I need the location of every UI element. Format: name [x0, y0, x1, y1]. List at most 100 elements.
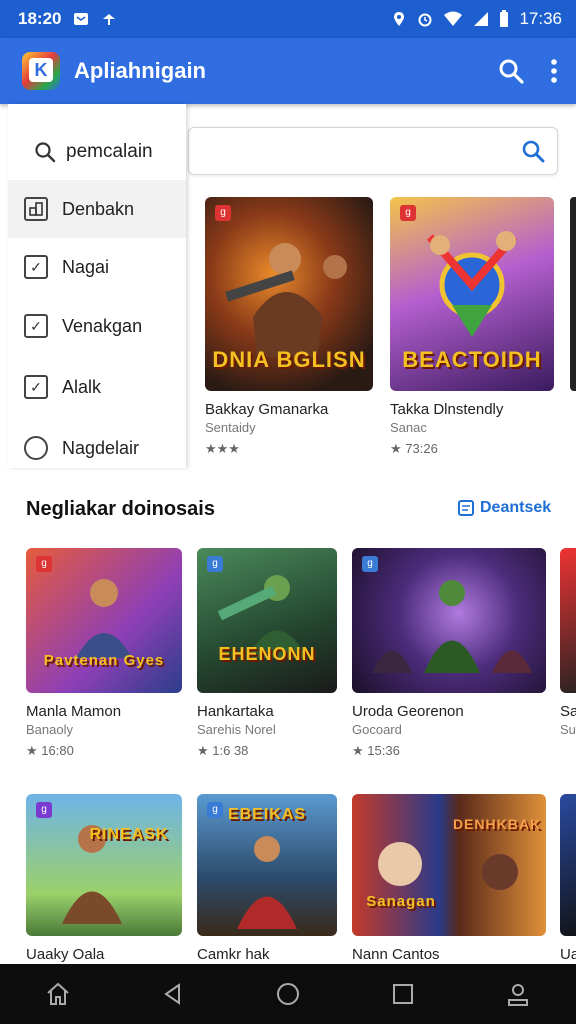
game-art[interactable]: g EBEIKAS	[197, 794, 337, 936]
game-title: Uaaky Oala	[26, 946, 105, 963]
search-input[interactable]	[188, 127, 558, 175]
see-more-link[interactable]: Deantsek	[458, 499, 551, 517]
partial-game-card[interactable]	[570, 197, 576, 391]
game-card-partial[interactable]: Ua	[560, 794, 576, 963]
filter-drawer: pemcalain Denbakn ✓ Nagai ✓ Venakgan ✓ A…	[8, 104, 186, 468]
game-rating: ★ 16:80	[26, 743, 74, 758]
checkbox-checked[interactable]: ✓	[24, 314, 48, 338]
game-art-title: Pavtenan Gyes	[43, 652, 165, 669]
game-art-title: DNIA BGLISN	[212, 347, 366, 372]
game-art-title: RINEASK	[89, 826, 169, 843]
game-art-title: Sanagan	[366, 893, 436, 910]
warrior-figure	[217, 575, 307, 658]
drawer-item-label: Venakgan	[62, 315, 143, 336]
game-card[interactable]: g DNIA BGLISN Bakkay Gmanarka Sentaidy ★…	[205, 197, 373, 457]
status-time: 18:20	[18, 9, 62, 28]
game-art[interactable]	[560, 794, 576, 936]
game-art[interactable]: g RINEASK	[26, 794, 182, 936]
app-title: Apliahnigain	[74, 58, 206, 83]
game-title: Takka Dlnstendly	[390, 401, 504, 418]
more-options-icon[interactable]	[550, 58, 558, 84]
grid-icon	[24, 197, 48, 221]
search-icon[interactable]	[34, 141, 56, 163]
drawer-item-label: Alalk	[62, 376, 102, 397]
game-title: Bakkay Gmanarka	[205, 401, 329, 418]
game-card[interactable]: g RINEASK Uaaky Oala	[26, 794, 182, 963]
game-art[interactable]	[560, 548, 576, 693]
game-title: Sa	[560, 703, 576, 720]
drawer-item-label: Denbakn	[62, 198, 135, 219]
section-title: Negliakar doinosais	[26, 498, 215, 520]
game-title: Nann Cantos	[352, 946, 440, 963]
back-icon[interactable]	[160, 981, 186, 1007]
message-icon	[74, 13, 89, 25]
warrior-figure	[62, 825, 122, 924]
game-card[interactable]: Sanagan DENHKBAK Nann Cantos	[352, 794, 546, 963]
game-rating: ★ 1:6 38	[197, 743, 249, 758]
search-field-icon[interactable]	[521, 139, 545, 163]
signal-icon	[474, 12, 489, 26]
warrior-figure	[76, 579, 132, 658]
home-circle-icon[interactable]	[275, 981, 301, 1007]
status-bar: 18:20 17:36	[0, 0, 576, 38]
home-icon[interactable]	[45, 981, 71, 1007]
game-title: Ua	[560, 946, 576, 963]
game-title: Hankartaka	[197, 703, 274, 720]
game-card[interactable]: g Pavtenan Gyes Manla Mamon Banaoly ★ 16…	[26, 548, 182, 759]
checkbox-checked[interactable]: ✓	[24, 255, 48, 279]
see-more-label: Deantsek	[480, 499, 552, 516]
game-card[interactable]: g EHENONN Hankartaka Sarehis Norel ★ 1:6…	[197, 548, 337, 759]
drawer-item-label: Nagdelair	[62, 437, 140, 458]
drawer-item-venakgan[interactable]: ✓ Venakgan	[8, 297, 186, 355]
game-art-title: EBEIKAS	[227, 806, 307, 823]
system-nav-bar	[0, 964, 576, 1024]
game-art[interactable]: g EHENONN	[197, 548, 337, 693]
notification-icon	[103, 14, 116, 25]
game-art[interactable]: g	[352, 548, 546, 693]
game-developer: Su	[560, 722, 576, 737]
game-developer: Sarehis Norel	[197, 722, 276, 737]
game-developer: Gocoard	[352, 722, 402, 737]
drawer-item-alalk[interactable]: ✓ Alalk	[8, 358, 186, 416]
radio-button[interactable]	[24, 436, 48, 460]
game-rating: ★ 73:26	[390, 441, 438, 456]
game-developer: Sanac	[390, 420, 427, 435]
game-card[interactable]: g EBEIKAS Camkr hak	[197, 794, 337, 963]
location-icon	[394, 12, 405, 26]
app-logo[interactable]: K	[22, 52, 60, 90]
drawer-item-nagdelair[interactable]: Nagdelair	[8, 419, 186, 477]
alarm-icon	[418, 13, 432, 27]
game-rating: ★ 15:36	[352, 743, 400, 758]
game-rating: ★★★	[205, 441, 240, 456]
game-art-title: EHENONN	[218, 644, 316, 664]
checkbox-checked[interactable]: ✓	[24, 375, 48, 399]
wifi-icon	[444, 11, 463, 26]
game-art[interactable]: g Pavtenan Gyes	[26, 548, 182, 693]
recents-icon[interactable]	[390, 981, 416, 1007]
status-time-right: 17:36	[519, 9, 562, 28]
warrior-group	[372, 580, 532, 673]
game-art-subtitle: DENHKBAK	[452, 816, 542, 832]
game-title: Manla Mamon	[26, 703, 122, 720]
search-icon[interactable]	[498, 58, 524, 84]
game-title: Uroda Georenon	[352, 703, 464, 720]
drawer-search-label: pemcalain	[66, 141, 153, 162]
account-icon[interactable]	[505, 981, 531, 1007]
list-icon	[458, 500, 474, 516]
drawer-item-denbakn[interactable]: Denbakn	[8, 180, 186, 238]
game-developer: Banaoly	[26, 722, 73, 737]
game-developer: Sentaidy	[205, 420, 256, 435]
app-bar: K Apliahnigain	[0, 38, 576, 104]
battery-icon	[500, 10, 509, 27]
game-art[interactable]: g BEACTOIDH	[390, 197, 554, 391]
game-art[interactable]: g DNIA BGLISN	[205, 197, 373, 391]
game-title: Camkr hak	[197, 946, 270, 963]
drawer-item-nagai[interactable]: ✓ Nagai	[8, 238, 186, 296]
game-art[interactable]: Sanagan DENHKBAK	[352, 794, 546, 936]
game-card-partial[interactable]: Sa Su	[560, 548, 576, 737]
drawer-search[interactable]: pemcalain	[8, 122, 186, 182]
game-card[interactable]: g BEACTOIDH Takka Dlnstendly Sanac ★ 73:…	[390, 197, 554, 457]
game-art-title: BEACTOIDH	[402, 347, 542, 372]
drawer-item-label: Nagai	[62, 256, 110, 277]
game-card[interactable]: g Uroda Georenon Gocoard ★ 15:36	[352, 548, 546, 759]
